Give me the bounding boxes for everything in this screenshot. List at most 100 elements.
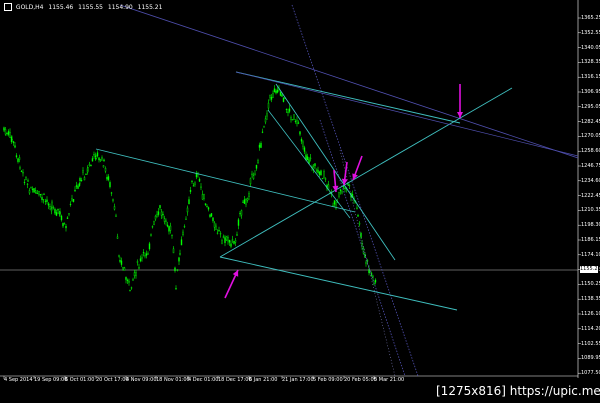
candle-body	[163, 218, 166, 222]
price-axis-label: 1089.95	[581, 355, 600, 362]
price-axis-label: 1222.45	[581, 192, 600, 199]
candle-body	[36, 192, 39, 194]
candle-body	[261, 131, 264, 133]
candle-body	[106, 177, 108, 180]
candle-body	[26, 183, 29, 185]
candle-body	[300, 138, 303, 142]
candle-body	[341, 191, 343, 194]
candle-body	[150, 234, 152, 236]
candle-body	[132, 279, 134, 281]
candle-body	[188, 199, 190, 205]
candle-body	[248, 193, 250, 197]
candle-body	[44, 200, 47, 202]
candle-body	[51, 201, 53, 208]
candle-body	[240, 210, 243, 216]
candle-body	[294, 120, 297, 122]
candle-body	[66, 217, 69, 219]
candle-body	[138, 267, 140, 269]
candle-body	[236, 234, 238, 236]
candle-body	[103, 159, 105, 162]
candle-body	[251, 173, 253, 176]
candle-body	[33, 188, 35, 193]
candle-body	[69, 203, 72, 206]
time-axis-label: 20 Oct 17:00	[96, 377, 129, 383]
candle-body	[109, 182, 111, 188]
candle-body	[200, 186, 202, 188]
candle-body	[123, 267, 126, 271]
candle-body	[110, 192, 113, 194]
candle-body	[176, 269, 179, 271]
candle-body	[206, 205, 208, 207]
candle-body	[41, 197, 43, 200]
candle-body	[57, 208, 59, 211]
price-axis-label: 1246.75	[581, 163, 600, 169]
price-axis-label: 1138.35	[581, 296, 600, 303]
time-axis-label: 19 Sep 09:00	[34, 377, 68, 383]
candle-body	[19, 167, 21, 169]
candle-body	[179, 253, 181, 255]
candle-body	[83, 177, 86, 181]
candle-body	[144, 255, 146, 257]
candle-body	[31, 188, 34, 190]
candle-body	[142, 252, 145, 254]
candle-body	[112, 198, 114, 202]
channel-lower-left-line[interactable]	[95, 148, 356, 213]
candle-body	[96, 152, 99, 157]
candle-body	[239, 213, 241, 215]
candle-body	[335, 203, 337, 210]
candle-body	[338, 191, 340, 197]
candle-body	[126, 279, 129, 281]
candle-body	[102, 165, 105, 168]
candle-body	[135, 272, 137, 277]
candle-body	[221, 240, 223, 244]
candle-body	[333, 200, 336, 205]
candle-body	[39, 193, 42, 195]
chart-window[interactable]: GOLD,H4 1155.46 1155.55 1154.90 1155.21 …	[0, 0, 600, 403]
candle-body	[224, 237, 226, 243]
price-chart-canvas[interactable]	[0, 0, 600, 403]
channel-bottom-line[interactable]	[219, 256, 458, 311]
candle-body	[145, 253, 148, 256]
time-axis-label: 21 Jan 17:00	[282, 377, 314, 383]
candle-body	[25, 177, 27, 180]
price-axis-label: 1102.55	[581, 340, 600, 347]
upper-right-descending-line[interactable]	[235, 71, 579, 157]
candle-body	[55, 212, 58, 216]
candle-body	[225, 236, 228, 241]
candle-body	[65, 226, 67, 229]
price-axis-label: 1282.45	[581, 118, 600, 125]
candle-body	[95, 158, 97, 160]
chart-header-marker-icon	[4, 3, 12, 11]
candle-body	[18, 157, 21, 160]
dotted-steep-line-1[interactable]	[291, 4, 419, 377]
candle-body	[276, 89, 279, 93]
high-price: 1155.55	[78, 3, 103, 11]
candle-body	[20, 170, 23, 172]
candle-body	[113, 206, 116, 210]
candle-body	[324, 178, 327, 180]
candle-body	[291, 119, 294, 121]
long-descending-trendline[interactable]	[119, 4, 579, 159]
candle-body	[128, 281, 130, 283]
candle-body	[136, 261, 139, 263]
falling-channel-line-b[interactable]	[267, 109, 351, 219]
candle-body	[98, 157, 100, 161]
open-price: 1155.46	[48, 3, 74, 11]
dotted-steep-line-2[interactable]	[319, 119, 406, 377]
candle-body	[189, 190, 192, 192]
candle-body	[287, 111, 289, 113]
rising-diagonal-line[interactable]	[219, 87, 513, 258]
falling-channel-line-a[interactable]	[275, 83, 396, 261]
time-axis-label: 18 Nov 01:00	[156, 377, 190, 383]
candle-body	[14, 145, 16, 148]
candle-body	[162, 214, 164, 216]
channel-upper-line[interactable]	[235, 71, 461, 124]
candle-body	[270, 96, 273, 100]
candle-body	[281, 94, 283, 97]
price-axis-label: 1258.60	[581, 148, 600, 155]
candle-body	[264, 118, 267, 123]
candle-body	[99, 159, 102, 161]
candle-body	[246, 198, 249, 201]
price-axis-label: 1340.05	[581, 44, 600, 51]
candle-body	[159, 205, 161, 209]
